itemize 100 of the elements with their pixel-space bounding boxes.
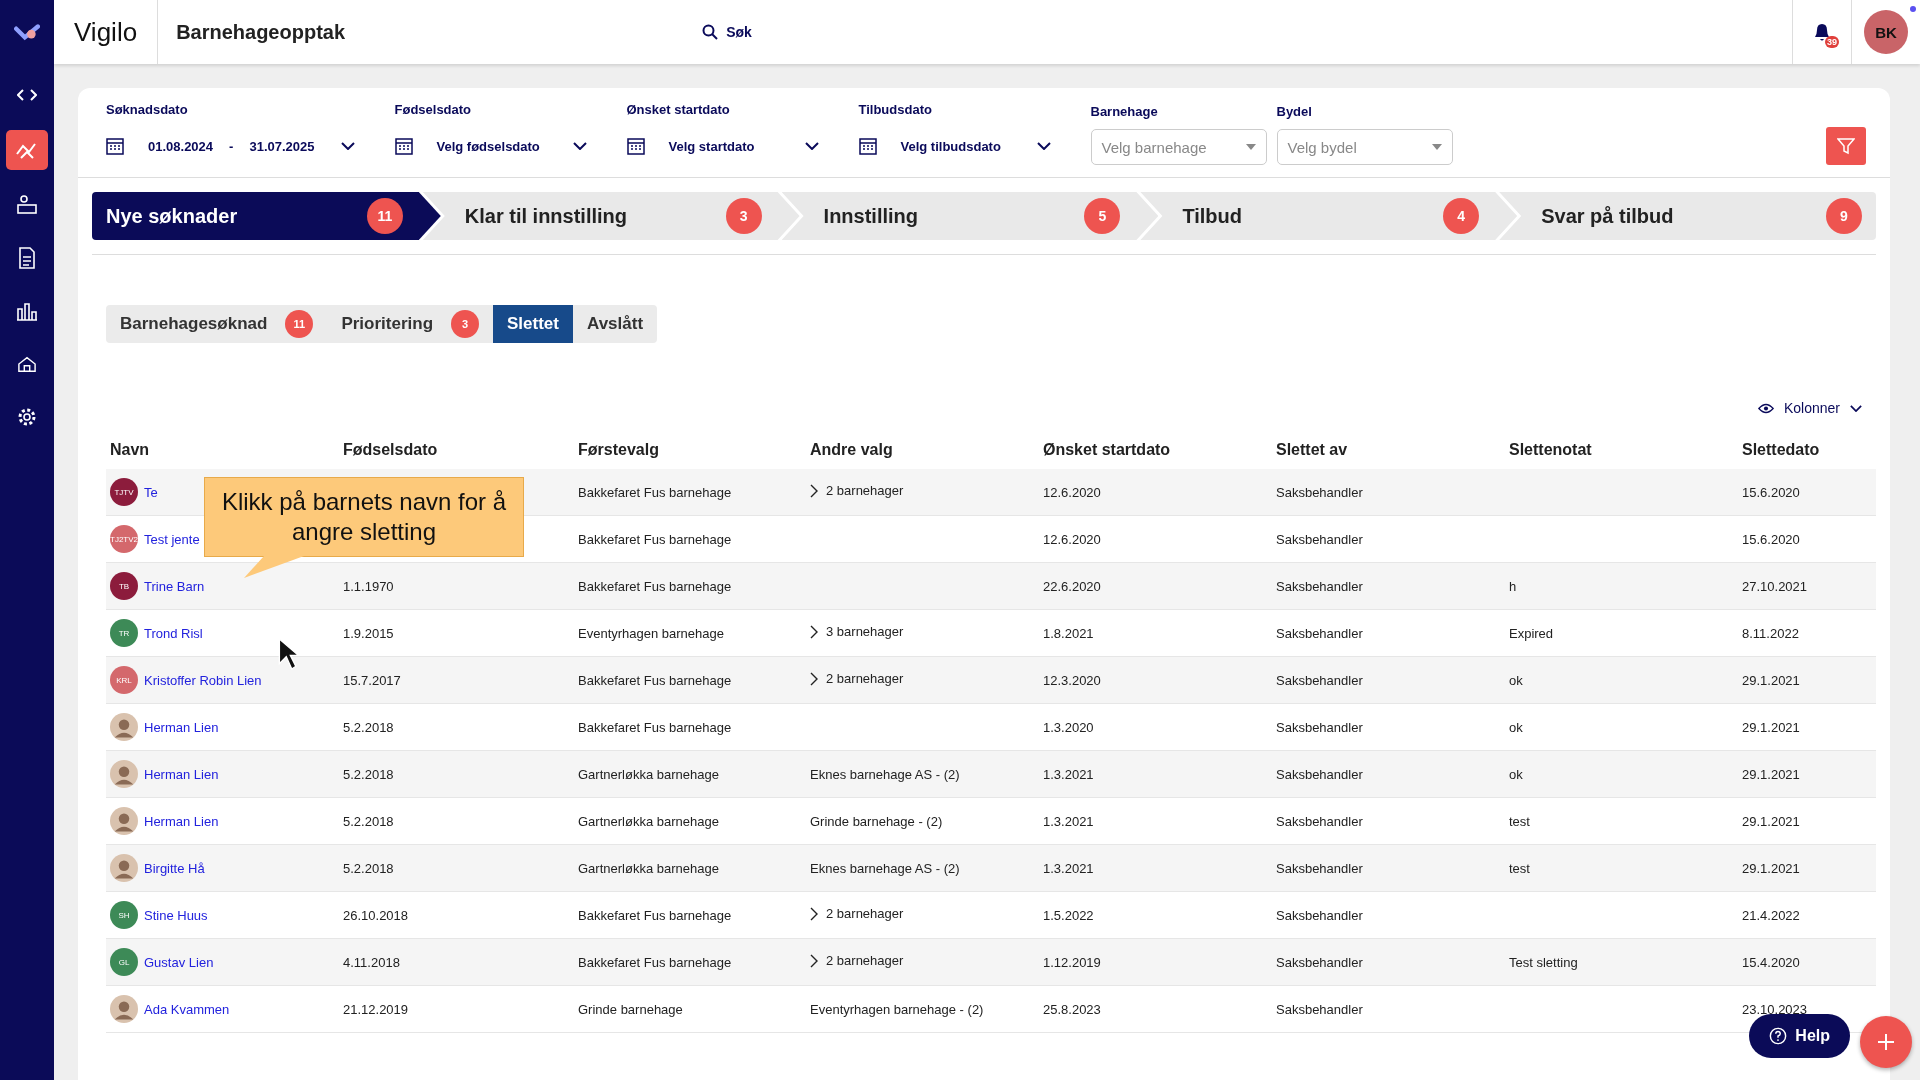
date-picker[interactable]: Velg fødselsdato (394, 127, 627, 165)
expand-toggle[interactable]: 3 barnehager (810, 624, 904, 640)
child-name-link[interactable]: Herman Lien (144, 719, 219, 735)
child-name-link[interactable]: Trine Barn (144, 578, 205, 594)
child-name-link[interactable]: Trond Risl (144, 625, 203, 641)
tab[interactable]: Barnehagesøknad 11 (106, 305, 328, 343)
process-step[interactable]: Klar til innstilling 3 (422, 192, 800, 240)
date-range-picker[interactable]: 01.08.2024 - 31.07.2025 (106, 127, 395, 165)
count-badge: 9 (1826, 198, 1862, 234)
table-cell-text: Eventyrhagen barnehage (577, 625, 725, 641)
column-header[interactable]: Ønsket startdato (1039, 441, 1272, 459)
select-field[interactable]: Velg barnehage (1090, 129, 1267, 165)
calendar-icon (394, 137, 413, 155)
notifications-button[interactable]: 39 (1792, 0, 1852, 64)
user-avatar[interactable]: BK (1864, 10, 1908, 54)
app-logo[interactable]: Vigilo (54, 0, 159, 64)
initials-avatar: TJTV (110, 478, 138, 506)
table-cell-text: 1.3.2021 (1042, 766, 1095, 782)
table-cell-text: test (1508, 813, 1531, 829)
help-button[interactable]: Help (1749, 1014, 1850, 1058)
table-cell-text: 1.12.2019 (1042, 954, 1102, 970)
child-name-link[interactable]: Birgitte Hå (144, 860, 205, 876)
tab[interactable]: Avslått (573, 305, 658, 343)
table-cell-text: 15.4.2020 (1741, 954, 1801, 970)
tab[interactable]: Slettet (493, 305, 573, 343)
table-cell-text: Bakkefaret Fus barnehage (577, 907, 733, 923)
process-step[interactable]: Svar på tilbud 9 (1499, 192, 1876, 240)
table-cell-text: 15.6.2020 (1741, 484, 1801, 500)
table-cell-text: Bakkefaret Fus barnehage (577, 954, 733, 970)
table-cell-text: Gartnerløkka barnehage (577, 813, 720, 829)
child-name-link[interactable]: Te (144, 484, 158, 500)
table-cell-text: 26.10.2018 (342, 907, 410, 923)
column-header[interactable]: Førstevalg (574, 441, 806, 459)
table-cell-text: 5.2.2018 (342, 813, 395, 829)
table-cell-text: Saksbehandler (1275, 860, 1364, 876)
logo-icon[interactable] (14, 24, 40, 42)
avatar-placeholder (110, 713, 138, 741)
count-badge: 5 (1084, 198, 1121, 234)
child-name-link[interactable]: Ada Kvammen (144, 1001, 230, 1017)
expand-toggle[interactable]: 2 barnehager (810, 906, 904, 922)
child-name-link[interactable]: Test jente (144, 531, 200, 547)
column-header[interactable]: Slettedato (1738, 441, 1876, 459)
child-name-link[interactable]: Herman Lien (144, 813, 219, 829)
column-header[interactable]: Navn (106, 441, 339, 459)
search-button[interactable]: Søk (696, 23, 758, 41)
caret-icon (1431, 144, 1442, 150)
date-picker[interactable]: Velg startdato (626, 127, 859, 165)
child-name-link[interactable]: Herman Lien (144, 766, 219, 782)
table-cell-text: 29.1.2021 (1741, 860, 1801, 876)
table-cell-text: 25.8.2023 (1042, 1001, 1102, 1017)
column-header[interactable]: Fødselsdato (339, 441, 574, 459)
document-icon (18, 247, 36, 269)
table-cell-text: 29.1.2021 (1741, 766, 1801, 782)
table-cell-text: 21.12.2019 (342, 1001, 410, 1017)
table-cell-text: 1.3.2020 (1042, 719, 1095, 735)
child-name-link[interactable]: Gustav Lien (144, 954, 214, 970)
expand-toggle[interactable]: 2 barnehager (810, 483, 904, 499)
table-cell-text: Gartnerløkka barnehage (577, 860, 720, 876)
avatar-placeholder (110, 854, 138, 882)
filter-label: Søknadsdato (106, 102, 189, 117)
table-cell-text: Saksbehandler (1275, 719, 1364, 735)
table-cell-text: Test sletting (1508, 954, 1579, 970)
chevron-right-icon (810, 624, 818, 639)
tab[interactable]: Prioritering 3 (327, 305, 493, 343)
date-picker[interactable]: Velg tilbudsdato (858, 127, 1091, 165)
select-field[interactable]: Velg bydel (1276, 129, 1453, 165)
date-from: 01.08.2024 (148, 138, 214, 154)
date-to: 31.07.2025 (249, 138, 315, 154)
add-button[interactable] (1860, 1016, 1912, 1068)
table-cell-text: Expired (1508, 625, 1555, 641)
process-step[interactable]: Innstilling 5 (781, 192, 1159, 240)
table-cell-text: 5.2.2018 (342, 860, 395, 876)
child-name-link[interactable]: Kristoffer Robin Lien (144, 672, 262, 688)
table-cell-text: Grinde barnehage (577, 1001, 684, 1017)
table-cell-text: Gartnerløkka barnehage (577, 766, 720, 782)
column-header[interactable]: Slettenotat (1505, 441, 1738, 459)
table-cell: Grinde barnehage - (2) (810, 813, 943, 829)
filter-label: Fødselsdato (394, 102, 473, 117)
table-cell-text: Saksbehandler (1275, 672, 1364, 688)
table-cell-text: 29.1.2021 (1741, 719, 1801, 735)
expand-toggle[interactable]: 2 barnehager (810, 953, 904, 969)
child-name-link[interactable]: Stine Huus (144, 907, 208, 923)
table-cell: Eventyrhagen barnehage - (2) (810, 1001, 984, 1017)
initials-avatar: TJ2TV2 (110, 525, 138, 553)
filter-button[interactable] (1826, 127, 1866, 165)
process-step[interactable]: Nye søknader 11 (92, 192, 441, 240)
table-cell-text: 1.3.2021 (1042, 813, 1095, 829)
column-header[interactable]: Andre valg (806, 441, 1039, 459)
status-dot (1910, 6, 1916, 12)
table-cell-text: 1.5.2022 (1042, 907, 1095, 923)
chevron-right-icon (810, 953, 818, 968)
column-header[interactable]: Slettet av (1272, 441, 1505, 459)
eye-icon (1757, 402, 1774, 414)
table-cell-text: 8.11.2022 (1741, 625, 1800, 641)
expand-toggle[interactable]: 2 barnehager (810, 671, 904, 687)
process-step[interactable]: Tilbud 4 (1140, 192, 1518, 240)
chevron-right-icon (810, 671, 818, 686)
columns-button[interactable]: Kolonner (1751, 399, 1868, 417)
filter-label: Bydel (1276, 104, 1313, 119)
table-cell-text: 27.10.2021 (1741, 578, 1809, 594)
